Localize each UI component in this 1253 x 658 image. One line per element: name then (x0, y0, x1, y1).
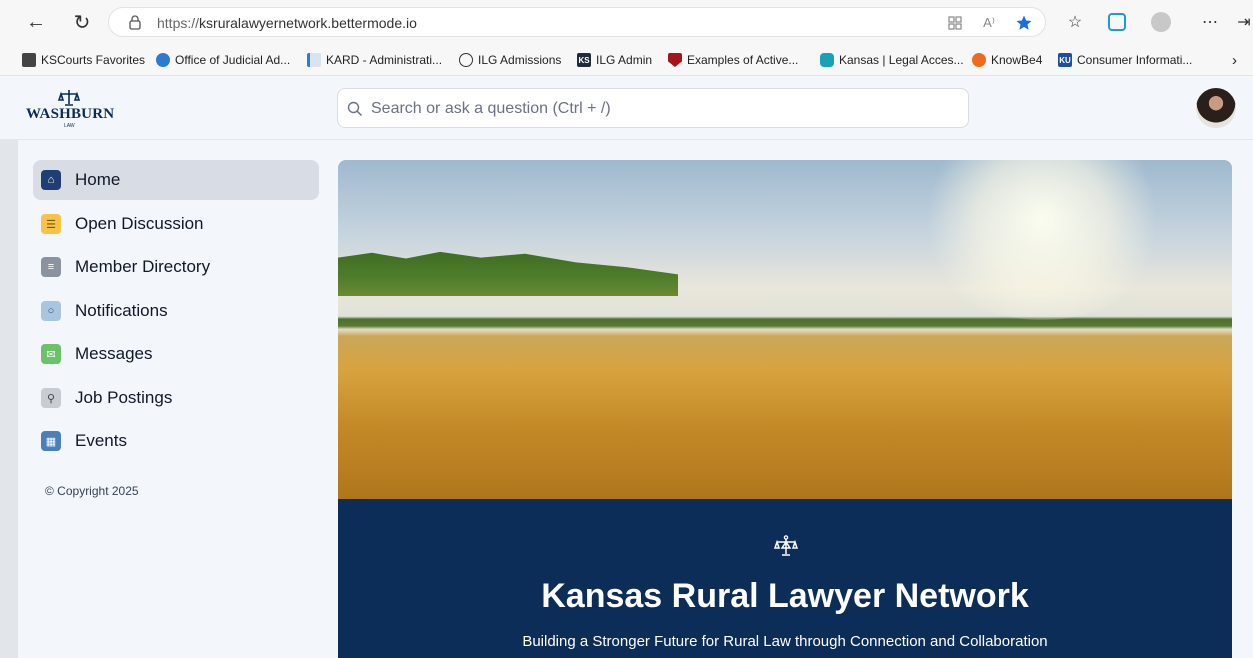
back-icon[interactable]: ← (24, 10, 48, 34)
profile-icon[interactable] (1150, 10, 1172, 34)
chevron-right-icon[interactable]: › (1232, 52, 1237, 69)
home-icon: ⌂ (41, 170, 61, 190)
chat-icon: ☰ (41, 214, 61, 234)
bookmark-kscourts[interactable]: KSCourts Favorites (22, 52, 145, 68)
sidebar-item-events[interactable]: ▦ Events (33, 421, 319, 461)
globe-icon (459, 53, 473, 67)
browser-toolbar: ← ↻ https://ksruralawyernetwork.bettermo… (0, 0, 1253, 44)
url-text[interactable]: https://ksruralawyernetwork.bettermode.i… (157, 15, 417, 31)
bookmark-label: Kansas | Legal Acces... (839, 53, 964, 67)
document-icon (307, 53, 321, 67)
favorites-icon[interactable]: ☆ (1064, 10, 1086, 34)
lock-icon[interactable] (127, 14, 143, 30)
edge-icon[interactable] (1106, 10, 1128, 34)
bookmark-label: Examples of Active... (687, 53, 799, 67)
sidebar-toggle-icon[interactable]: ⇥ (1236, 10, 1252, 34)
washburn-logo[interactable]: WASHBURN LAW (26, 89, 116, 129)
hero-subtitle: Building a Stronger Future for Rural Law… (522, 633, 1048, 650)
copyright-text: © Copyright 2025 (45, 484, 139, 498)
mail-icon: ✉ (41, 344, 61, 364)
search-input[interactable]: Search or ask a question (Ctrl + /) (337, 88, 969, 128)
hero-sun-glow (912, 160, 1172, 320)
sidebar-item-open-discussion[interactable]: ☰ Open Discussion (33, 204, 319, 244)
app-available-icon[interactable] (947, 15, 963, 31)
site-icon (820, 53, 834, 67)
bookmark-ilg-admin[interactable]: KS ILG Admin (577, 52, 652, 68)
left-edge-strip (0, 140, 18, 658)
bookmark-ilg-admissions[interactable]: ILG Admissions (459, 52, 561, 68)
bookmark-kansas-legal[interactable]: Kansas | Legal Acces... (820, 52, 964, 68)
bookmark-label: KnowBe4 (991, 53, 1043, 67)
sidebar-item-home[interactable]: ⌂ Home (33, 160, 319, 200)
hero-banner: Kansas Rural Lawyer Network Building a S… (338, 499, 1232, 658)
search-icon: ⚲ (41, 388, 61, 408)
bookmark-label: Office of Judicial Ad... (175, 53, 291, 67)
globe-icon (156, 53, 170, 67)
shield-icon (668, 53, 682, 67)
read-aloud-icon[interactable]: A⁾ (983, 15, 995, 31)
hero-title: Kansas Rural Lawyer Network (541, 577, 1029, 615)
search-icon (347, 101, 363, 117)
address-bar[interactable]: https://ksruralawyernetwork.bettermode.i… (108, 7, 1046, 37)
bookmark-consumer-info[interactable]: KU Consumer Informati... (1058, 52, 1192, 68)
ku-icon: KU (1058, 53, 1072, 67)
sidebar-item-label: Messages (75, 344, 153, 363)
sidebar-item-label: Member Directory (75, 257, 211, 276)
sidebar-item-label: Open Discussion (75, 214, 204, 233)
hero-wheat-field-image (338, 160, 1232, 499)
search-placeholder: Search or ask a question (Ctrl + /) (371, 100, 611, 117)
logo-sub: LAW (64, 123, 75, 129)
knowbe4-icon (972, 53, 986, 67)
sidebar-item-label: Events (75, 431, 127, 450)
folder-icon (22, 53, 36, 67)
more-icon[interactable]: ⋯ (1199, 10, 1221, 34)
logo-text: WASHBURN (26, 106, 115, 122)
sidebar-item-job-postings[interactable]: ⚲ Job Postings (33, 378, 319, 418)
favorite-star-icon[interactable] (1015, 14, 1033, 32)
bell-icon: ○ (41, 301, 61, 321)
list-icon: ≡ (41, 257, 61, 277)
hero-tree-line (338, 251, 678, 296)
sidebar-item-label: Home (75, 170, 121, 189)
sidebar: ⌂ Home ☰ Open Discussion ≡ Member Direct… (18, 140, 328, 658)
sidebar-item-member-directory[interactable]: ≡ Member Directory (33, 247, 319, 287)
bookmark-label: KSCourts Favorites (41, 53, 146, 67)
scales-emblem-icon (774, 535, 798, 556)
bookmark-label: ILG Admin (596, 53, 653, 67)
bookmark-office-judicial[interactable]: Office of Judicial Ad... (156, 52, 290, 68)
bookmark-kard[interactable]: KARD - Administrati... (307, 52, 442, 68)
sidebar-item-messages[interactable]: ✉ Messages (33, 334, 319, 374)
bookmark-label: KARD - Administrati... (326, 53, 443, 67)
sidebar-item-label: Notifications (75, 301, 168, 320)
url-prefix: https:// (157, 15, 200, 31)
bookmarks-bar: KSCourts Favorites Office of Judicial Ad… (0, 44, 1253, 76)
user-avatar[interactable] (1196, 88, 1236, 128)
url-domain: ksruralawyernetwork.bettermode.io (199, 15, 417, 31)
bookmark-examples[interactable]: Examples of Active... (668, 52, 798, 68)
bookmark-label: ILG Admissions (478, 53, 562, 67)
app-header: WASHBURN LAW Search or ask a question (C… (0, 76, 1253, 140)
calendar-icon: ▦ (41, 431, 61, 451)
refresh-icon[interactable]: ↻ (70, 10, 94, 34)
ks-icon: KS (577, 53, 591, 67)
bookmark-knowbe4[interactable]: KnowBe4 (972, 52, 1042, 68)
sidebar-item-label: Job Postings (75, 388, 173, 407)
sidebar-item-notifications[interactable]: ○ Notifications (33, 291, 319, 331)
scales-emblem-icon (58, 90, 80, 106)
bookmark-label: Consumer Informati... (1077, 53, 1193, 67)
